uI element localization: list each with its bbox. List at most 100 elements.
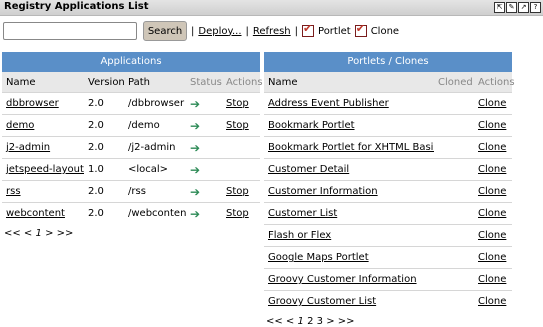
column-cloned: Cloned xyxy=(434,72,474,93)
applications-table: Name Version Path Status Actions dbbrows… xyxy=(2,72,263,224)
app-name-link[interactable]: j2-admin xyxy=(6,142,50,153)
app-path: /rss xyxy=(124,180,186,203)
app-version: 2.0 xyxy=(84,92,124,115)
portlets-header: Portlets / Clones xyxy=(264,52,512,72)
portlet-name-link[interactable]: Customer Detail xyxy=(268,164,349,175)
portlet-name-link[interactable]: Groovy Customer Information xyxy=(268,274,417,285)
portlet-name-link[interactable]: Bookmark Portlet xyxy=(268,120,355,131)
table-row: Groovy Customer List Clone xyxy=(264,290,512,312)
clone-link[interactable]: Clone xyxy=(478,120,506,131)
column-version: Version xyxy=(84,72,125,93)
running-arrow-icon: ➔ xyxy=(190,140,201,155)
app-path: /demo xyxy=(124,114,186,137)
maximize-icon[interactable]: ↗ xyxy=(518,2,529,13)
table-row: jetspeed-layouts 1.0 <local> ➔ xyxy=(2,158,260,181)
portlet-name-link[interactable]: Groovy Customer List xyxy=(268,296,376,307)
app-path: /webcontent xyxy=(124,202,186,224)
portlet-name-link[interactable]: Flash or Flex xyxy=(268,230,331,241)
clone-link[interactable]: Clone xyxy=(478,274,506,285)
pager-prev[interactable]: << < xyxy=(4,228,32,239)
app-name-link[interactable]: jetspeed-layouts xyxy=(6,164,84,175)
window-title: Registry Applications List xyxy=(4,1,149,12)
table-header-row: Name Version Path Status Actions xyxy=(2,72,263,93)
window-buttons: ⇱ ✎ ↗ ? xyxy=(494,2,541,13)
portlets-table: Name Cloned Actions Address Event Publis… xyxy=(264,72,515,312)
separator: | xyxy=(245,25,249,37)
column-name: Name xyxy=(264,72,434,93)
table-header-row: Name Cloned Actions xyxy=(264,72,515,93)
stop-link[interactable]: Stop xyxy=(226,208,249,219)
search-input[interactable] xyxy=(3,22,137,40)
app-name-link[interactable]: demo xyxy=(6,120,34,131)
app-path: /dbbrowser xyxy=(124,92,186,115)
clone-link[interactable]: Clone xyxy=(478,142,506,153)
table-row: Google Maps Portlet Clone xyxy=(264,246,512,269)
pager-next[interactable]: > >> xyxy=(45,228,73,239)
pager-page-3[interactable]: 3 xyxy=(317,316,323,327)
pager-next[interactable]: > >> xyxy=(326,316,354,327)
stop-link[interactable]: Stop xyxy=(226,120,249,131)
restore-icon[interactable]: ⇱ xyxy=(494,2,505,13)
column-status: Status xyxy=(186,72,222,93)
app-name-link[interactable]: dbbrowser xyxy=(6,98,59,109)
edit-icon[interactable]: ✎ xyxy=(506,2,517,13)
stop-link[interactable]: Stop xyxy=(226,98,249,109)
portlet-name-link[interactable]: Customer Information xyxy=(268,186,378,197)
portlet-name-link[interactable]: Customer List xyxy=(268,208,337,219)
running-arrow-icon: ➔ xyxy=(190,96,201,111)
table-row: Address Event Publisher Clone xyxy=(264,92,512,115)
table-row: Groovy Customer Information Clone xyxy=(264,268,512,291)
app-version: 2.0 xyxy=(84,202,124,224)
app-name-link[interactable]: webcontent xyxy=(6,208,65,219)
applications-header: Applications xyxy=(2,52,260,72)
title-bar: Registry Applications List ⇱ ✎ ↗ ? xyxy=(0,0,543,16)
clone-link[interactable]: Clone xyxy=(478,186,506,197)
clone-link[interactable]: Clone xyxy=(478,164,506,175)
column-name: Name xyxy=(2,72,84,93)
applications-panel: Applications Name Version Path Status Ac… xyxy=(2,52,263,239)
clone-link[interactable]: Clone xyxy=(478,252,506,263)
toolbar: Search | Deploy... | Refresh | Portlet C… xyxy=(3,20,399,42)
app-version: 2.0 xyxy=(84,114,124,137)
portlet-name-link[interactable]: Google Maps Portlet xyxy=(268,252,369,263)
running-arrow-icon: ➔ xyxy=(190,206,201,221)
portlet-name-link[interactable]: Address Event Publisher xyxy=(268,98,389,109)
applications-pager: << < 1 > >> xyxy=(2,224,260,239)
pager-current-page: 1 xyxy=(35,228,42,239)
app-version: 2.0 xyxy=(84,180,124,203)
portlet-checkbox-label: Portlet xyxy=(318,25,351,37)
separator: | xyxy=(294,25,299,37)
portlet-checkbox[interactable] xyxy=(302,22,315,37)
table-row: Bookmark Portlet for XHTML Basic Clone xyxy=(264,136,512,159)
stop-link[interactable]: Stop xyxy=(226,186,249,197)
clone-checkbox-label: Clone xyxy=(370,25,400,37)
column-path: Path xyxy=(124,72,186,93)
app-version: 1.0 xyxy=(84,158,124,181)
running-arrow-icon: ➔ xyxy=(190,162,201,177)
table-row: Customer Information Clone xyxy=(264,180,512,203)
clone-link[interactable]: Clone xyxy=(478,296,506,307)
clone-link[interactable]: Clone xyxy=(478,208,506,219)
table-row: Flash or Flex Clone xyxy=(264,224,512,247)
app-name-link[interactable]: rss xyxy=(6,186,21,197)
pager-page-2[interactable]: 2 xyxy=(307,316,313,327)
deploy-link[interactable]: Deploy... xyxy=(198,26,241,37)
separator: | xyxy=(191,25,195,37)
app-path: /j2-admin xyxy=(124,136,186,159)
pager-prev[interactable]: << < xyxy=(266,316,294,327)
table-row: rss 2.0 /rss ➔ Stop xyxy=(2,180,260,203)
search-button[interactable]: Search xyxy=(143,21,187,41)
app-version: 2.0 xyxy=(84,136,124,159)
clone-link[interactable]: Clone xyxy=(478,98,506,109)
clone-link[interactable]: Clone xyxy=(478,230,506,241)
column-actions: Actions xyxy=(474,72,515,93)
portlets-pager: << < 1 2 3 > >> xyxy=(264,312,512,327)
running-arrow-icon: ➔ xyxy=(190,184,201,199)
help-icon[interactable]: ? xyxy=(530,2,541,13)
running-arrow-icon: ➔ xyxy=(190,118,201,133)
clone-checkbox[interactable] xyxy=(354,22,367,37)
column-actions: Actions xyxy=(222,72,263,93)
portlet-name-link[interactable]: Bookmark Portlet for XHTML Basic xyxy=(268,142,434,153)
refresh-link[interactable]: Refresh xyxy=(253,26,291,37)
table-row: Customer List Clone xyxy=(264,202,512,225)
